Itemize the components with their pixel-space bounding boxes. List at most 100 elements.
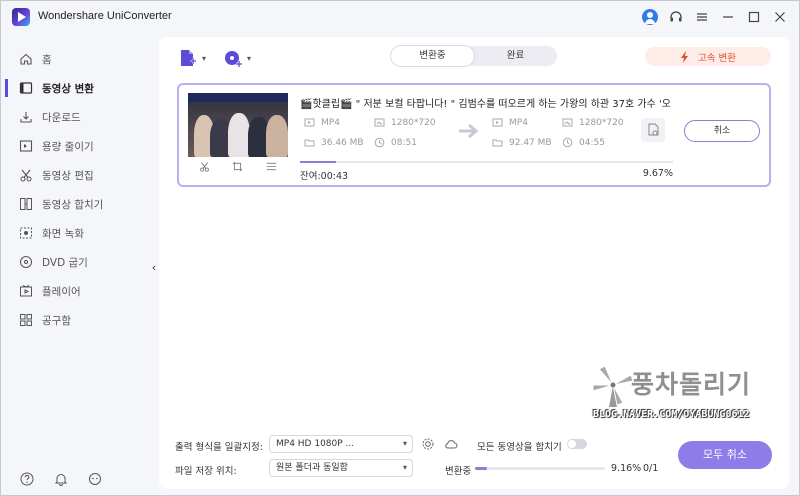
status-tabs: 변환중 완료: [391, 46, 557, 66]
list-icon: [266, 162, 277, 171]
add-media-button[interactable]: ▾: [222, 47, 251, 69]
file-settings-icon: [648, 123, 659, 136]
output-format-label: 출력 형식을 일괄지정:: [175, 442, 263, 453]
overall-progress-bar: [475, 467, 605, 470]
add-file-icon: [181, 50, 196, 66]
save-location-label: 파일 저장 위치:: [175, 466, 237, 477]
overall-progress-fill: [475, 467, 487, 470]
cloud-icon: [445, 440, 458, 449]
user-icon: [642, 9, 658, 25]
headset-icon: [670, 11, 682, 22]
sidebar-item-label: 플레이어: [42, 285, 81, 298]
watermark-url: BLOG.NAVER.COM/OYABUNG0612: [593, 409, 750, 420]
convert-icon: [19, 81, 33, 95]
target-resolution: 1280*720: [562, 117, 624, 128]
video-thumbnail[interactable]: [188, 93, 288, 157]
output-settings-button[interactable]: [641, 118, 665, 142]
cancel-task-button[interactable]: 취소: [684, 120, 760, 142]
cloud-settings-button[interactable]: [443, 436, 459, 452]
target-size: 92.47 MB: [492, 137, 552, 148]
sidebar-item-label: 홈: [42, 53, 52, 66]
minimize-icon: [723, 16, 733, 18]
converting-status-label: 변환중: [445, 466, 472, 477]
file-count: 0/1: [643, 463, 659, 474]
app-logo-icon: [12, 8, 30, 26]
thumbnail-tools: [188, 161, 288, 175]
video-file-icon: [304, 117, 315, 128]
hamburger-icon: [697, 13, 707, 21]
overall-percent: 9.16%: [611, 463, 642, 474]
sidebar-footer: [19, 471, 103, 487]
add-disc-icon: [225, 51, 243, 67]
sidebar-item-label: 화면 녹화: [42, 227, 84, 240]
disc-icon: [19, 255, 33, 269]
feedback-icon: [89, 473, 101, 485]
title-bar-controls: [635, 7, 791, 27]
effects-button[interactable]: [266, 161, 277, 175]
resolution-icon: [562, 117, 573, 128]
sidebar-item-label: 공구함: [42, 314, 71, 327]
download-icon: [19, 110, 33, 124]
task-progress-fill: [300, 161, 337, 163]
gear-icon: [422, 438, 434, 450]
sidebar: 홈 동영상 변환 다운로드 용량 줄이기 동영상 편집 동영상 합치기 화면 녹…: [1, 41, 151, 495]
scissors-icon: [19, 168, 33, 182]
maximize-button[interactable]: [743, 7, 765, 27]
account-button[interactable]: [639, 7, 661, 27]
notifications-button[interactable]: [53, 471, 69, 487]
target-format[interactable]: MP4: [492, 117, 528, 128]
source-resolution: 1280*720: [374, 117, 436, 128]
close-icon: [775, 12, 785, 22]
save-location-select[interactable]: 원본 폴더과 동일함 ▾: [269, 459, 413, 477]
sidebar-item-player[interactable]: 플레이어: [5, 278, 147, 304]
sidebar-item-edit[interactable]: 동영상 편집: [5, 162, 147, 188]
crop-icon: [233, 161, 243, 172]
tab-done[interactable]: 완료: [474, 46, 557, 66]
app-title: Wondershare UniConverter: [38, 10, 172, 22]
add-files-button[interactable]: ▾: [177, 47, 206, 69]
source-size: 36.46 MB: [304, 137, 364, 148]
scissors-icon: [200, 162, 209, 172]
home-icon: [19, 52, 33, 66]
sidebar-item-convert[interactable]: 동영상 변환: [5, 75, 147, 101]
sidebar-item-label: 동영상 편집: [42, 169, 94, 182]
help-button[interactable]: [19, 471, 35, 487]
sidebar-item-merge[interactable]: 동영상 합치기: [5, 191, 147, 217]
format-settings-button[interactable]: [420, 436, 436, 452]
sidebar-item-record[interactable]: 화면 녹화: [5, 220, 147, 246]
compress-icon: [19, 139, 33, 153]
menu-button[interactable]: [691, 7, 713, 27]
crop-button[interactable]: [232, 161, 243, 175]
add-toolbar: ▾ ▾: [177, 47, 251, 69]
sidebar-item-dvd[interactable]: DVD 굽기: [5, 249, 147, 275]
sidebar-item-label: DVD 굽기: [42, 256, 88, 269]
sidebar-item-toolbox[interactable]: 공구함: [5, 307, 147, 333]
cancel-all-button[interactable]: 모두 취소: [678, 441, 772, 469]
remaining-time: 잔여:00:43: [300, 171, 349, 182]
sidebar-item-download[interactable]: 다운로드: [5, 104, 147, 130]
support-button[interactable]: [665, 7, 687, 27]
record-icon: [19, 226, 33, 240]
minimize-button[interactable]: [717, 7, 739, 27]
source-format: MP4: [304, 117, 340, 128]
sidebar-item-home[interactable]: 홈: [5, 46, 147, 72]
trim-button[interactable]: [199, 161, 210, 175]
tab-converting[interactable]: 변환중: [391, 46, 474, 66]
target-duration: 04:55: [562, 137, 605, 148]
output-format-select[interactable]: MP4 HD 1080P ... ▾: [269, 435, 413, 453]
task-percent: 9.67%: [642, 168, 673, 179]
merge-toggle[interactable]: [567, 439, 587, 449]
sidebar-item-label: 동영상 변환: [42, 82, 94, 95]
feedback-button[interactable]: [87, 471, 103, 487]
blog-watermark: 풍차돌리기 BLOG.NAVER.COM/OYABUNG0612: [589, 361, 789, 431]
chevron-down-icon: ▾: [402, 439, 407, 448]
resolution-icon: [374, 117, 385, 128]
close-button[interactable]: [769, 7, 791, 27]
windmill-icon: [592, 365, 634, 407]
toolbox-icon: [19, 313, 33, 327]
player-icon: [19, 284, 33, 298]
task-progress-bar: [300, 161, 673, 163]
fast-convert-button[interactable]: 고속 변환: [645, 47, 771, 66]
sidebar-item-compress[interactable]: 용량 줄이기: [5, 133, 147, 159]
watermark-title: 풍차돌리기: [631, 370, 752, 399]
